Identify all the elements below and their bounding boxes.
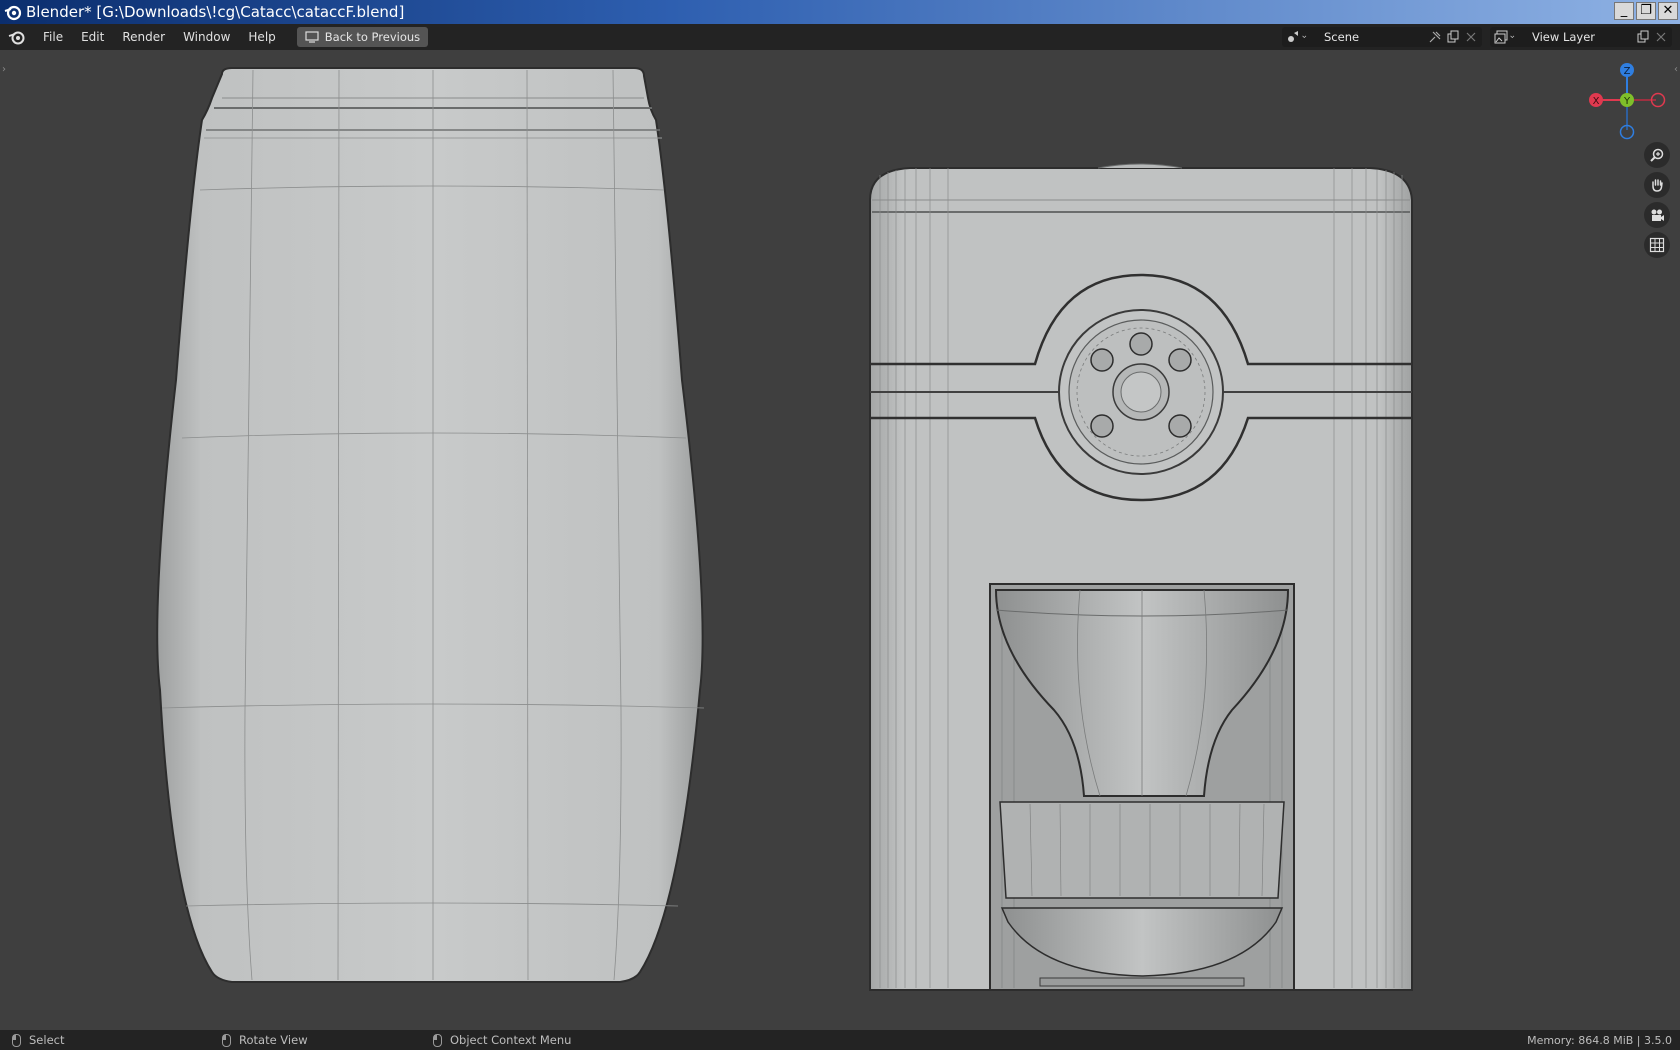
z-axis-label: Z: [1624, 66, 1631, 77]
menu-render[interactable]: Render: [113, 30, 174, 44]
pan-button[interactable]: [1644, 172, 1670, 198]
pan-hand-icon: [1652, 179, 1663, 192]
mouse-right-icon: [433, 1033, 442, 1047]
zoom-button[interactable]: [1644, 142, 1670, 168]
3d-viewport[interactable]: › ‹ Z X Y: [0, 50, 1680, 1030]
status-rotate: Rotate View: [222, 1033, 308, 1047]
x-axis-label: X: [1593, 96, 1600, 107]
scene-selector[interactable]: Scene: [1282, 27, 1482, 47]
status-select-label: Select: [29, 1033, 65, 1047]
image-stack-icon: [1494, 30, 1508, 44]
top-menu-bar: File Edit Render Window Help Back to Pre…: [0, 24, 1680, 50]
chevron-down-icon: [1510, 35, 1515, 39]
scene-type-dropdown[interactable]: [1286, 30, 1314, 44]
mouse-middle-icon: [222, 1033, 231, 1047]
view-layer-dropdown[interactable]: [1494, 30, 1522, 44]
zoom-icon: [1650, 148, 1664, 162]
memory-version-readout: Memory: 864.8 MiB | 3.5.0: [1527, 1033, 1672, 1047]
y-axis-label: Y: [1623, 96, 1631, 107]
close-icon[interactable]: [1654, 30, 1668, 44]
minimize-button[interactable]: _: [1614, 2, 1634, 20]
view-layer-name[interactable]: View Layer: [1526, 30, 1632, 44]
grid-icon: [1649, 237, 1665, 253]
close-button[interactable]: ✕: [1658, 2, 1678, 20]
blender-logo-icon: [4, 5, 22, 21]
status-bar: Select Rotate View Object Context Menu M…: [0, 1030, 1680, 1050]
view-layer-selector[interactable]: View Layer: [1490, 27, 1672, 47]
menu-edit[interactable]: Edit: [72, 30, 113, 44]
mouse-left-icon: [12, 1033, 21, 1047]
camera-icon: [1651, 209, 1664, 221]
status-rotate-label: Rotate View: [239, 1033, 308, 1047]
viewport-scene[interactable]: [0, 50, 1680, 1030]
menu-window[interactable]: Window: [174, 30, 239, 44]
right-mesh-object[interactable]: [869, 163, 1413, 991]
back-to-previous-button[interactable]: Back to Previous: [296, 27, 429, 47]
duplicate-icon[interactable]: [1636, 30, 1650, 44]
status-context-label: Object Context Menu: [450, 1033, 572, 1047]
scene-icon: [1288, 31, 1298, 42]
chevron-down-icon: [1302, 35, 1307, 39]
camera-view-button[interactable]: [1644, 202, 1670, 228]
axis-gizmo[interactable]: Z X Y: [1582, 56, 1672, 146]
duplicate-icon[interactable]: [1446, 30, 1460, 44]
window-title-bar: Blender* [G:\Downloads\!cg\Catacc\catacc…: [0, 0, 1680, 24]
window-title: Blender* [G:\Downloads\!cg\Catacc\catacc…: [26, 3, 405, 21]
status-select: Select: [12, 1033, 64, 1047]
restore-button[interactable]: ❐: [1636, 2, 1656, 20]
ortho-toggle-button[interactable]: [1644, 232, 1670, 258]
blender-menu-icon[interactable]: [8, 28, 26, 46]
back-to-previous-label: Back to Previous: [324, 30, 421, 44]
pin-icon[interactable]: [1428, 30, 1442, 44]
scene-name[interactable]: Scene: [1318, 30, 1424, 44]
close-icon[interactable]: [1464, 30, 1478, 44]
menu-file[interactable]: File: [34, 30, 72, 44]
menu-help[interactable]: Help: [239, 30, 284, 44]
left-mesh-object[interactable]: [156, 67, 705, 983]
status-context: Object Context Menu: [433, 1033, 571, 1047]
screen-icon: [305, 31, 319, 43]
